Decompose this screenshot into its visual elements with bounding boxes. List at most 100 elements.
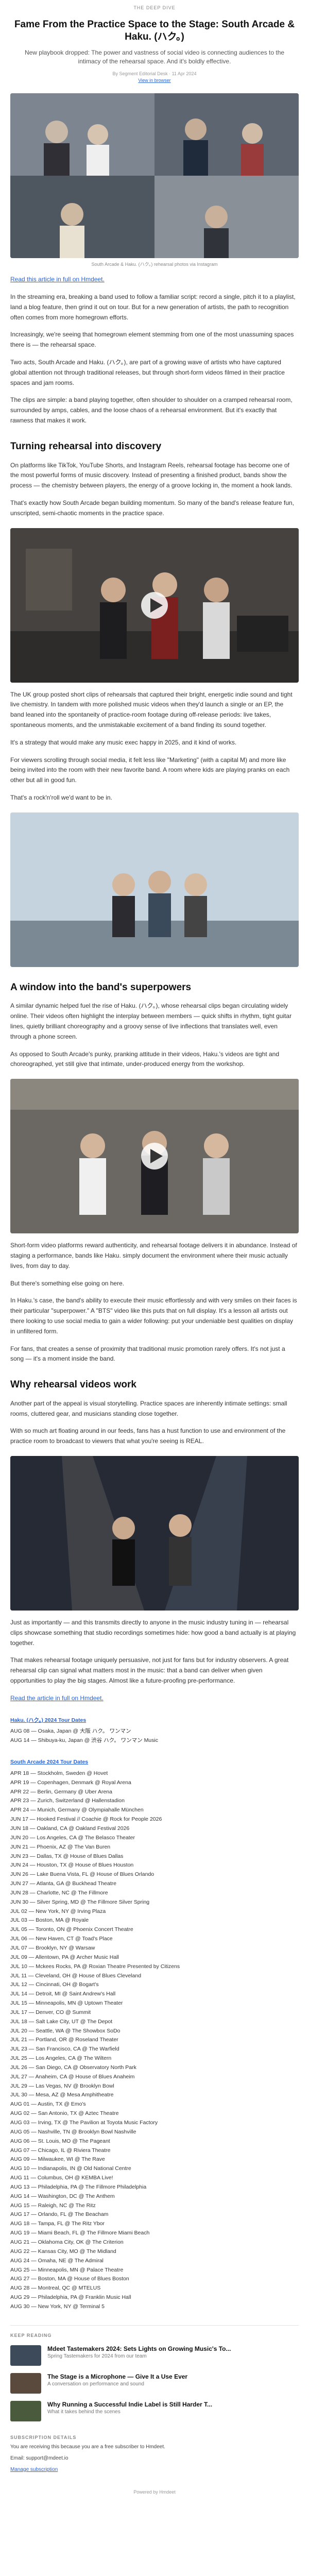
haku-tour-dates: Haku. (ハク。) 2024 Tour Dates AUG 08 — Osa… — [10, 1716, 299, 1746]
tour-date-row: JUL 29 — Las Vegas, NV @ Brooklyn Bowl — [10, 2082, 114, 2089]
tour-date-row: AUG 29 — Philadelphia, PA @ Franklin Mus… — [10, 2294, 131, 2301]
haku-video-thumbnail[interactable] — [10, 1079, 299, 1234]
tour-date-row: AUG 22 — Kansas City, MO @ The Midland — [10, 2248, 116, 2255]
tour-date-row: AUG 11 — Columbus, OH @ KEMBA Live! — [10, 2175, 113, 2181]
s1-paragraph-6: That's a rock'n'roll we'd want to be in. — [10, 793, 112, 801]
read-full-paragraph-2: Read the article in full on Hmdeet. — [10, 1693, 299, 1704]
hero-photo-illustration — [10, 93, 299, 259]
tour-date-row: JUL 14 — Detroit, MI @ Saint Andrew's Ha… — [10, 1991, 116, 1997]
band-sky-illustration — [10, 812, 299, 967]
tour-date-row: JUN 26 — Lake Buena Vista, FL @ House of… — [10, 1871, 154, 1878]
tour-date-row: JUL 30 — Mesa, AZ @ Mesa Amphitheatre — [10, 2092, 114, 2098]
tour-date-row: JUN 18 — Oakland, CA @ Oakland Festival … — [10, 1825, 130, 1832]
s3-paragraph-2: With so much art floating around in our … — [10, 1427, 286, 1445]
tour-date-row: AUG 15 — Raleigh, NC @ The Ritz — [10, 2202, 96, 2209]
tour-date-row: AUG 05 — Nashville, TN @ Brooklyn Bowl N… — [10, 2128, 136, 2135]
tour-date-row: JUN 27 — Atlanta, GA @ Buckhead Theatre — [10, 1880, 116, 1887]
manage-subscription-link[interactable]: Manage subscription — [10, 2467, 58, 2472]
tour-date-row: JUL 15 — Minneapolis, MN @ Uptown Theate… — [10, 2000, 123, 2007]
tour-date-row: JUN 24 — Houston, TX @ House of Blues Ho… — [10, 1862, 134, 1869]
tour-date-row: JUL 20 — Seattle, WA @ The Showbox SoDo — [10, 2027, 121, 2034]
subscription-line-1: You are receiving this because you are a… — [10, 2444, 165, 2450]
tour-date-row: JUL 09 — Allentown, PA @ Archer Music Ha… — [10, 1954, 119, 1960]
intro-paragraph-3: Two acts, South Arcade and Haku. (ハク。), … — [10, 359, 285, 386]
tour-date-row: JUL 06 — New Haven, CT @ Toad's Place — [10, 1936, 113, 1942]
tour-date-row: JUL 27 — Anaheim, CA @ House of Blues An… — [10, 2073, 135, 2080]
rehearsal-photo-illustration — [10, 528, 299, 683]
stage-photo-illustration — [10, 1456, 299, 1611]
keep-reading-subtitle: A conversation on performance and sound — [47, 2381, 144, 2387]
manage-subscription-row: Manage subscription — [10, 2466, 299, 2474]
tour-date-row: AUG 13 — Philadelphia, PA @ The Fillmore… — [10, 2183, 147, 2190]
tour-date-row: AUG 24 — Omaha, NE @ The Admiral — [10, 2257, 104, 2264]
keep-reading-subtitle: Spring Tastemakers for 2024 from our tea… — [47, 2353, 147, 2359]
keep-reading-thumbnail — [10, 2345, 41, 2366]
keep-reading-item[interactable]: Mdeet Tastemakers 2024: Sets Lights on G… — [10, 2345, 299, 2366]
s2-paragraph-4: But there's something else going on here… — [10, 1279, 125, 1287]
band-photo-sky — [10, 812, 299, 967]
tour-date-row: APR 19 — Copenhagen, Denmark @ Royal Are… — [10, 1779, 131, 1786]
keep-reading-subtitle: What it takes behind the scenes — [47, 2409, 121, 2415]
tour-date-row: AUG 07 — Chicago, IL @ Riviera Theatre — [10, 2147, 111, 2154]
tour-date-row: JUL 10 — Mckees Rocks, PA @ Roxian Theat… — [10, 1963, 180, 1970]
rehearsal-video-thumbnail[interactable] — [10, 528, 299, 683]
section-heading-discovery: Turning rehearsal into discovery — [10, 440, 162, 452]
tour-date-row: JUL 21 — Portland, OR @ Roseland Theater — [10, 2037, 118, 2043]
south-arcade-tour-dates: South Arcade 2024 Tour Dates APR 18 — St… — [10, 1758, 299, 2312]
footer-powered-by: Powered by Hmdeet — [133, 2489, 176, 2495]
tour-date-row: AUG 18 — Tampa, FL @ The Ritz Ybor — [10, 2221, 105, 2227]
tour-date-row: JUL 11 — Cleveland, OH @ House of Blues … — [10, 1972, 142, 1979]
read-article-link-2[interactable]: Read the article in full on Hmdeet. — [10, 1694, 104, 1702]
tour-date-row: AUG 06 — St. Louis, MO @ The Pageant — [10, 2138, 110, 2144]
tour-date-row: AUG 30 — New York, NY @ Terminal 5 — [10, 2303, 105, 2310]
s1-paragraph-1: On platforms like TikTok, YouTube Shorts… — [10, 461, 293, 489]
s1-paragraph-5: For viewers scrolling through social med… — [10, 756, 290, 784]
article-dek: New playbook dropped: The power and vast… — [24, 48, 285, 65]
tour-date-row: AUG 10 — Indianapolis, IN @ Old National… — [10, 2165, 131, 2172]
tour-date-row: AUG 21 — Oklahoma City, OK @ The Criteri… — [10, 2239, 124, 2245]
tour-date-row: JUL 03 — Boston, MA @ Royale — [10, 1917, 89, 1924]
south-arcade-dates-list: APR 18 — Stockholm, Sweden @ Hovet APR 19… — [10, 1769, 299, 2312]
tour-date-row: JUN 30 — Silver Spring, MD @ The Fillmor… — [10, 1899, 150, 1905]
tour-date-row: JUN 28 — Charlotte, NC @ The Fillmore — [10, 1889, 108, 1896]
section-divider — [10, 2325, 299, 2326]
tour-date-row: JUL 25 — Los Angeles, CA @ The Wiltern — [10, 2055, 112, 2062]
tour-date-row: JUL 23 — San Francisco, CA @ The Warfiel… — [10, 2046, 119, 2053]
tour-date-row: AUG 14 — Washington, DC @ The Anthem — [10, 2193, 115, 2199]
read-full-paragraph: Read this article in full on Hmdeet. — [10, 275, 299, 285]
kicker-label: THE DEEP DIVE — [133, 5, 176, 10]
s2-paragraph-3: Short-form video platforms reward authen… — [10, 1242, 297, 1269]
tour-date-row: AUG 28 — Montreal, QC @ MTELUS — [10, 2285, 101, 2292]
tour-date-row: APR 18 — Stockholm, Sweden @ Hovet — [10, 1770, 108, 1776]
keep-reading-item[interactable]: The Stage is a Microphone — Give It a Us… — [10, 2372, 299, 2394]
tour-date-row: AUG 09 — Milwaukee, WI @ The Rave — [10, 2156, 105, 2163]
s2-paragraph-1: A similar dynamic helped fuel the rise o… — [10, 1002, 292, 1040]
tour-date-row: AUG 27 — Boston, MA @ House of Blues Bos… — [10, 2276, 129, 2282]
tour-date-row: AUG 19 — Miami Beach, FL @ The Fillmore … — [10, 2230, 150, 2236]
tour-date-row: APR 24 — Munich, Germany @ Olympiahalle … — [10, 1807, 144, 1814]
tour-date-row: JUN 21 — Phoenix, AZ @ The Van Buren — [10, 1843, 111, 1850]
tour-date-row: JUN 20 — Los Angeles, CA @ The Belasco T… — [10, 1834, 135, 1841]
tour-date-row: APR 22 — Berlin, Germany @ Uber Arena — [10, 1788, 112, 1795]
south-arcade-tour-heading[interactable]: South Arcade 2024 Tour Dates — [10, 1758, 299, 1767]
tour-date-row: JUN 17 — Hooked Festival // Coachie @ Ro… — [10, 1816, 162, 1823]
newsletter-page: THE DEEP DIVE Fame From the Practice Spa… — [0, 0, 309, 2503]
keep-reading-title: Mdeet Tastemakers 2024: Sets Lights on G… — [47, 2345, 231, 2352]
tour-date-row: AUG 08 — Osaka, Japan @ 大阪 ハク。 ワンマン — [10, 1728, 131, 1735]
tour-date-row: AUG 01 — Austin, TX @ Emo's — [10, 2101, 86, 2108]
read-article-link[interactable]: Read this article in full on Hmdeet. — [10, 276, 105, 283]
hero-image — [10, 93, 299, 259]
intro-paragraph-2: Increasingly, we're seeing that homegrow… — [10, 331, 294, 349]
tour-date-row: JUL 18 — Salt Lake City, UT @ The Depot — [10, 2018, 113, 2025]
s3-paragraph-4: That makes rehearsal footage uniquely pe… — [10, 1656, 289, 1684]
tour-date-row: JUL 12 — Cincinnati, OH @ Bogart's — [10, 1981, 99, 1988]
tour-date-row: AUG 25 — Minneapolis, MN @ Palace Theatr… — [10, 2266, 124, 2273]
byline: By Segment Editorial Desk · 11 Apr 2024 — [112, 71, 197, 77]
tour-date-row: JUL 26 — San Diego, CA @ Observatory Nor… — [10, 2064, 136, 2071]
s3-paragraph-1: Another part of the appeal is visual sto… — [10, 1399, 287, 1417]
keep-reading-title: Why Running a Successful Indie Label is … — [47, 2400, 213, 2408]
haku-tour-heading[interactable]: Haku. (ハク。) 2024 Tour Dates — [10, 1716, 299, 1725]
tour-date-row: JUL 02 — New York, NY @ Irving Plaza — [10, 1908, 106, 1914]
view-in-browser-link[interactable]: View in browser — [10, 78, 299, 83]
keep-reading-item[interactable]: Why Running a Successful Indie Label is … — [10, 2400, 299, 2421]
